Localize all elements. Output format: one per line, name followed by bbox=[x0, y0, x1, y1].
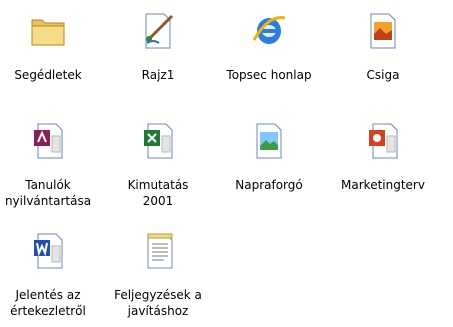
paint-bitmap-icon bbox=[138, 10, 178, 50]
access-database-icon bbox=[28, 120, 68, 160]
desktop-item-rajz1[interactable]: Rajz1 bbox=[102, 10, 214, 83]
desktop-item-label: Csiga bbox=[366, 68, 400, 82]
desktop-item-topsec-honlap[interactable]: Topsec honlap bbox=[213, 10, 325, 83]
desktop-item-label: Jelentés az értekezletről bbox=[10, 288, 86, 318]
desktop-item-csiga[interactable]: Csiga bbox=[327, 10, 439, 83]
desktop-item-segedletek[interactable]: Segédletek bbox=[0, 10, 104, 83]
internet-explorer-icon bbox=[249, 10, 289, 50]
word-document-icon bbox=[28, 230, 68, 270]
desktop-item-napraforgo[interactable]: Napraforgó bbox=[213, 120, 325, 193]
picture-file-icon bbox=[249, 120, 289, 160]
desktop-item-label: Segédletek bbox=[14, 68, 82, 82]
notepad-text-icon bbox=[138, 230, 178, 270]
desktop-item-label: Marketingterv bbox=[341, 178, 425, 192]
desktop-item-label: Feljegyzések a javításhoz bbox=[114, 288, 202, 318]
desktop-item-tanulok[interactable]: Tanulók nyilvántartása bbox=[0, 120, 104, 209]
desktop-item-kimutatas-2001[interactable]: Kimutatás 2001 bbox=[102, 120, 214, 209]
excel-spreadsheet-icon bbox=[138, 120, 178, 160]
desktop: Segédletek Rajz1 Topsec honlap Csiga Tan… bbox=[0, 0, 453, 327]
desktop-item-label: Topsec honlap bbox=[226, 68, 312, 82]
desktop-item-label: Kimutatás 2001 bbox=[127, 178, 189, 208]
desktop-item-label: Rajz1 bbox=[141, 68, 175, 82]
desktop-item-label: Napraforgó bbox=[235, 178, 303, 192]
powerpoint-presentation-icon bbox=[363, 120, 403, 160]
desktop-item-marketingterv[interactable]: Marketingterv bbox=[327, 120, 439, 193]
image-file-icon bbox=[363, 10, 403, 50]
desktop-item-feljegyzesek[interactable]: Feljegyzések a javításhoz bbox=[102, 230, 214, 319]
desktop-item-jelentes[interactable]: Jelentés az értekezletről bbox=[0, 230, 104, 319]
desktop-item-label: Tanulók nyilvántartása bbox=[4, 178, 92, 208]
folder-icon bbox=[28, 10, 68, 50]
